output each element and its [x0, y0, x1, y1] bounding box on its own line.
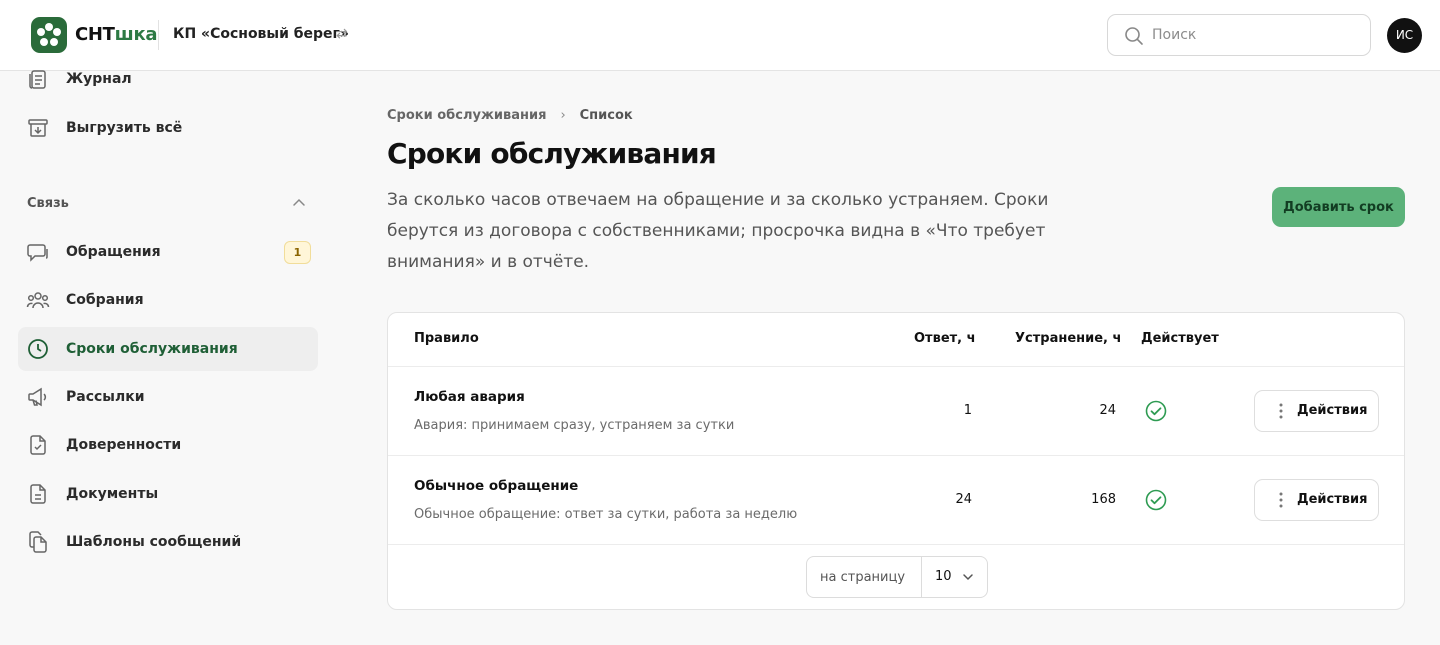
swap-icon[interactable]: ⇄ [336, 26, 348, 42]
sidebar-item-label: Доверенности [66, 437, 182, 453]
sidebar-item-service-terms[interactable]: Сроки обслуживания [18, 327, 318, 371]
terms-table: Правило Ответ, ч Устранение, ч Действует… [387, 312, 1405, 610]
fix-hours: 168 [1091, 492, 1116, 507]
row-actions-button[interactable]: Действия [1254, 390, 1379, 432]
sidebar-item-templates[interactable]: Шаблоны сообщений [18, 520, 318, 564]
rule-title: Любая авария [414, 389, 525, 405]
sidebar-item-label: Выгрузить всё [66, 120, 183, 136]
sidebar-item-proxies[interactable]: Доверенности [18, 423, 318, 467]
sidebar-item-label: Сроки обслуживания [66, 341, 238, 357]
search-box[interactable] [1107, 14, 1371, 56]
archive-download-icon [28, 119, 48, 137]
row-actions-label: Действия [1297, 403, 1368, 418]
sidebar-item-export[interactable]: Выгрузить всё [18, 106, 318, 150]
row-divider [388, 455, 1404, 456]
column-header-response[interactable]: Ответ, ч [914, 331, 976, 346]
column-header-active[interactable]: Действует [1141, 331, 1219, 346]
rule-subtitle: Обычное обращение: ответ за сутки, работ… [414, 507, 798, 522]
more-vertical-icon [1279, 403, 1283, 419]
chevron-up-icon[interactable] [290, 194, 308, 212]
people-icon [26, 292, 50, 309]
breadcrumb: Сроки обслуживания › Список [387, 108, 633, 123]
column-header-rule[interactable]: Правило [414, 331, 479, 346]
response-hours: 1 [963, 403, 972, 418]
user-avatar[interactable]: ИС [1387, 18, 1422, 53]
rule-subtitle: Авария: принимаем сразу, устраняем за су… [414, 418, 735, 433]
sidebar-item-documents[interactable]: Документы [18, 472, 318, 516]
row-actions-label: Действия [1297, 492, 1368, 507]
column-header-fix[interactable]: Устранение, ч [1015, 331, 1121, 346]
sidebar-item-requests[interactable]: Обращения 1 [18, 230, 318, 274]
row-divider [388, 544, 1404, 545]
sidebar-section-label: Связь [27, 196, 69, 211]
header-divider [158, 20, 159, 50]
check-circle-icon [1145, 400, 1167, 422]
search-input[interactable] [1152, 25, 1352, 45]
search-icon [1125, 27, 1143, 45]
logo-icon[interactable] [31, 17, 67, 53]
check-circle-icon [1145, 489, 1167, 511]
more-vertical-icon [1279, 492, 1283, 508]
page-size-label: на страницу [820, 570, 906, 585]
chevron-right-icon: › [560, 108, 566, 123]
count-badge: 1 [284, 241, 311, 264]
pager-divider [921, 557, 922, 597]
chat-icon [27, 244, 48, 262]
sidebar-item-meetings[interactable]: Собрания [18, 278, 318, 322]
page-size-value[interactable]: 10 [935, 569, 952, 584]
sidebar-item-label: Шаблоны сообщений [66, 534, 242, 550]
page-title: Сроки обслуживания [387, 137, 717, 170]
row-divider [388, 366, 1404, 367]
sidebar-item-label: Рассылки [66, 389, 145, 405]
page-description: За сколько часов отвечаем на обращение и… [387, 190, 1049, 272]
copy-icon [29, 531, 47, 553]
row-actions-button[interactable]: Действия [1254, 479, 1379, 521]
breadcrumb-current: Список [579, 108, 633, 123]
sidebar-item-label: Обращения [66, 244, 161, 260]
response-hours: 24 [955, 492, 972, 507]
sidebar-item-label: Собрания [66, 292, 144, 308]
page-size-select[interactable]: на страницу 10 [806, 556, 988, 598]
document-check-icon [30, 435, 46, 455]
fix-hours: 24 [1099, 403, 1116, 418]
sidebar-item-label: Документы [66, 486, 159, 502]
sidebar: Журнал Выгрузить всё Связь Обращения 1 С… [0, 70, 340, 645]
document-icon [30, 484, 46, 504]
breadcrumb-item[interactable]: Сроки обслуживания [387, 108, 546, 123]
megaphone-icon [28, 387, 47, 407]
rule-title: Обычное обращение [414, 478, 579, 494]
sidebar-item-label: Журнал [66, 71, 132, 87]
sidebar-item-journal[interactable]: Журнал [18, 57, 318, 101]
add-term-button[interactable]: Добавить срок [1272, 187, 1405, 227]
journal-icon [29, 70, 46, 89]
org-switcher[interactable]: КП «Сосновый берег» [173, 26, 349, 42]
sidebar-item-mailings[interactable]: Рассылки [18, 375, 318, 419]
logo-text[interactable]: СНТшка [75, 24, 158, 45]
clock-icon [28, 339, 48, 359]
chevron-down-icon[interactable] [961, 570, 975, 584]
